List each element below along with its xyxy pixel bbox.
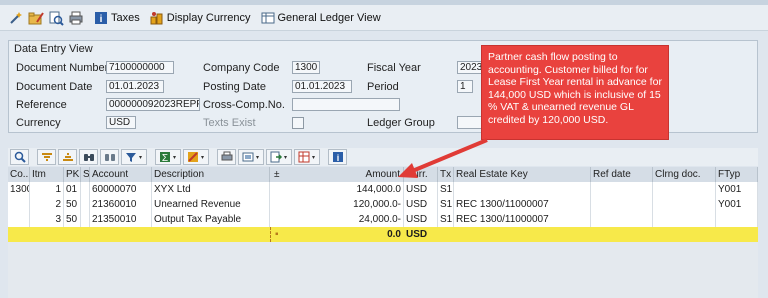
arrow-head-icon — [398, 163, 418, 178]
annotation-arrow — [398, 138, 488, 178]
